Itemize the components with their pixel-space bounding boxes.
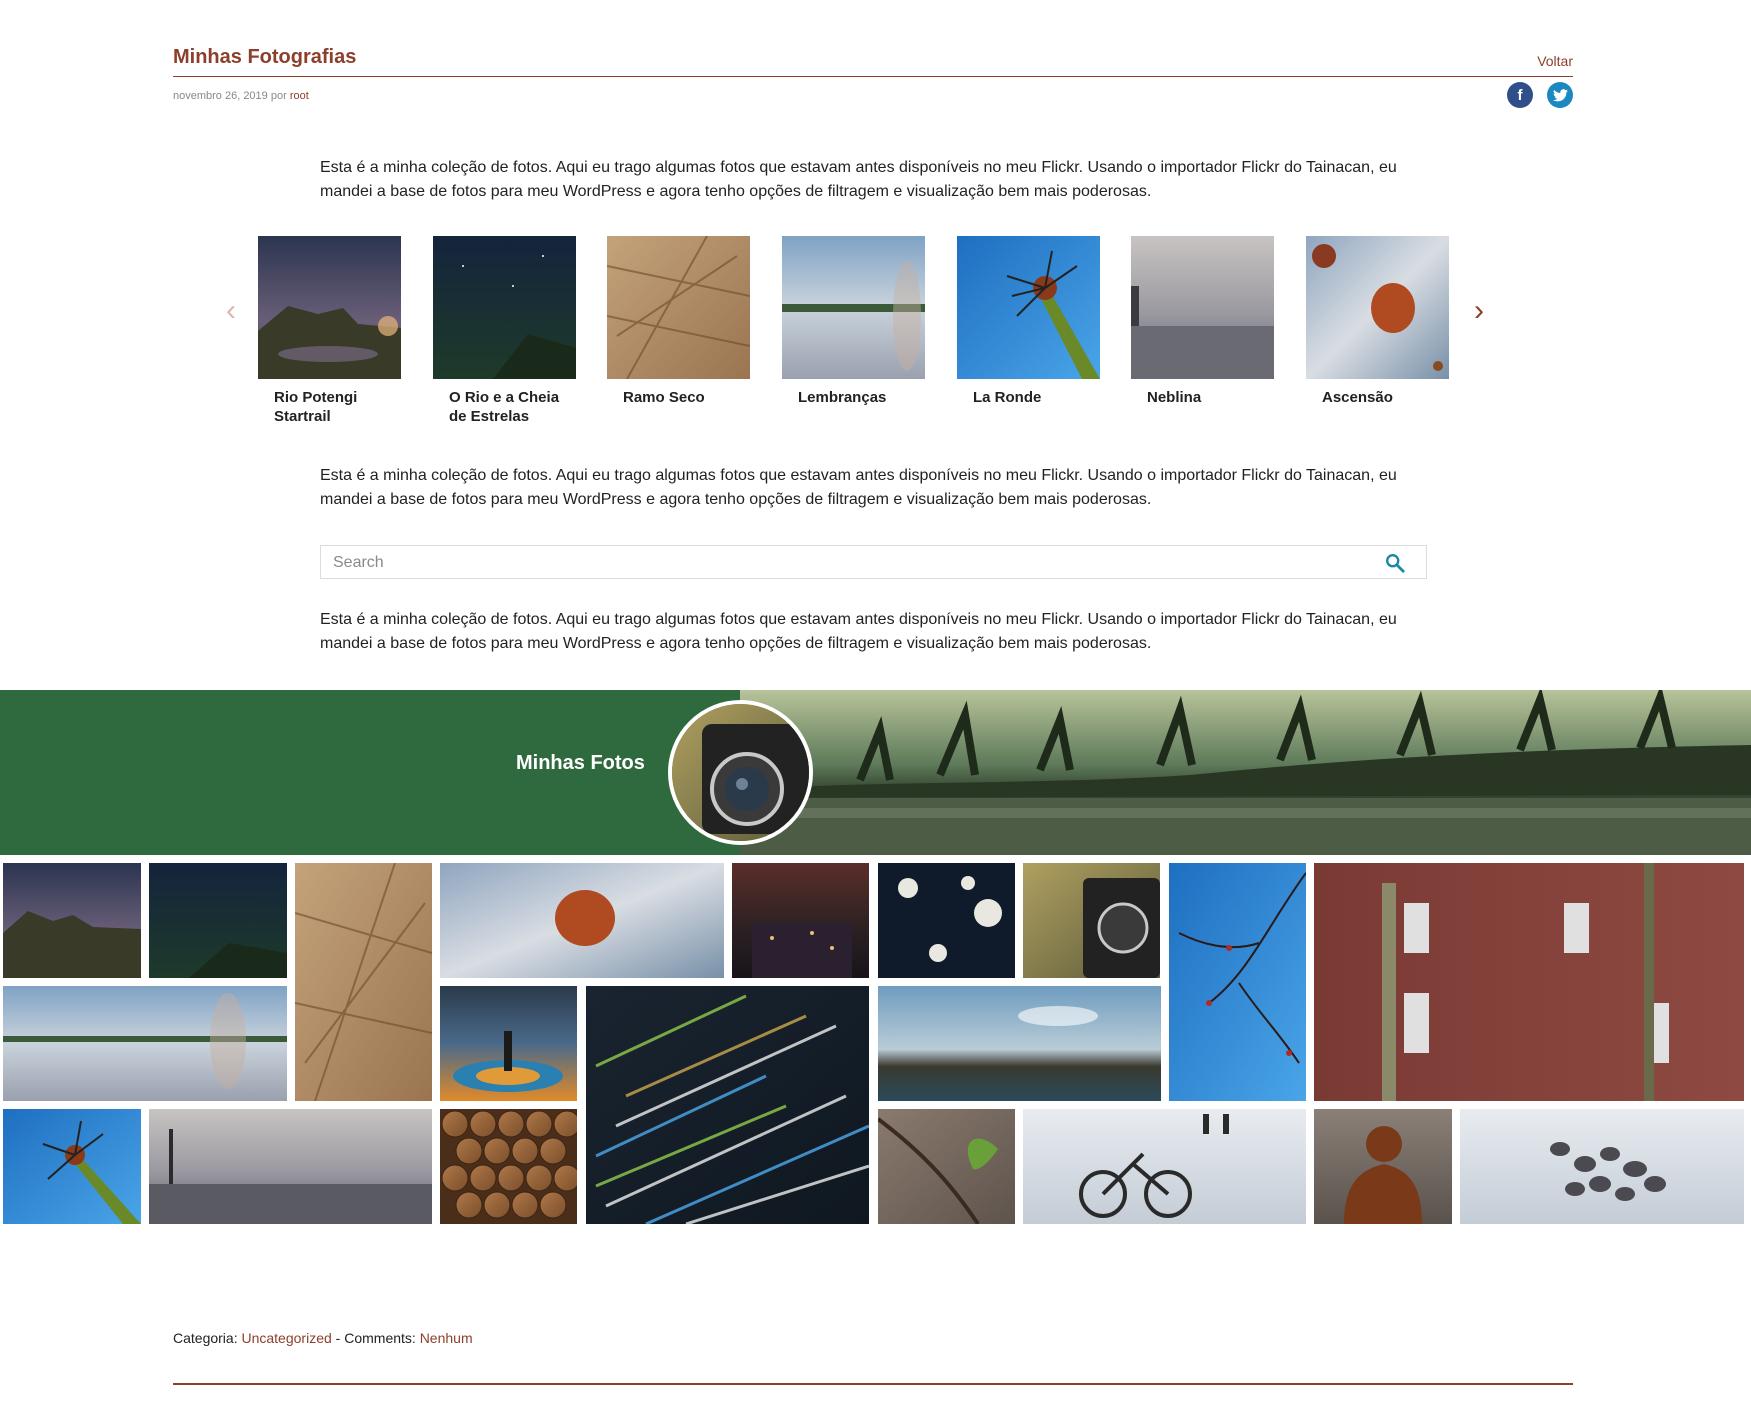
collection-description: Esta é a minha coleção de fotos. Aqui eu… xyxy=(320,159,1397,200)
category-link[interactable]: Uncategorized xyxy=(241,1330,331,1346)
carousel-thumbnail xyxy=(957,236,1100,379)
category-label: Categoria: xyxy=(173,1330,238,1346)
mosaic-tile[interactable] xyxy=(440,1109,577,1224)
carousel-item[interactable]: Lembranças xyxy=(782,236,925,407)
mosaic-tile[interactable] xyxy=(295,863,432,1101)
facebook-icon[interactable]: f xyxy=(1507,82,1533,108)
footer-divider xyxy=(173,1383,1573,1385)
post-title: Minhas Fotografias xyxy=(173,46,357,68)
search-icon[interactable] xyxy=(1384,552,1406,574)
share-buttons: f xyxy=(1507,82,1573,108)
photo-mosaic xyxy=(0,860,1751,1230)
carousel-item[interactable]: Ascensão xyxy=(1306,236,1449,407)
carousel-item[interactable]: La Ronde xyxy=(957,236,1100,407)
mosaic-tile[interactable] xyxy=(3,863,141,978)
post-author-link[interactable]: root xyxy=(290,90,309,102)
carousel-prev-arrow[interactable]: ‹ xyxy=(226,296,236,326)
items-carousel: ‹ Rio Potengi Startrail O Rio e a Cheia … xyxy=(224,236,1484,426)
carousel-item[interactable]: Neblina xyxy=(1131,236,1274,407)
collection-banner: Minhas Fotos xyxy=(0,690,1751,855)
carousel-next-arrow[interactable]: › xyxy=(1474,296,1484,326)
mosaic-tile[interactable] xyxy=(1314,1109,1452,1224)
twitter-icon[interactable] xyxy=(1547,82,1573,108)
banner-image xyxy=(740,690,1751,855)
collection-title: Minhas Fotos xyxy=(516,752,645,774)
search-bar xyxy=(320,545,1427,579)
mosaic-tile[interactable] xyxy=(1023,1109,1306,1224)
carousel-thumbnail xyxy=(782,236,925,379)
carousel-item[interactable]: Ramo Seco xyxy=(607,236,750,407)
mosaic-tile[interactable] xyxy=(732,863,869,978)
carousel-thumbnail xyxy=(258,236,401,379)
mosaic-tile[interactable] xyxy=(878,863,1015,978)
collection-description: Esta é a minha coleção de fotos. Aqui eu… xyxy=(320,467,1397,508)
carousel-thumbnail xyxy=(433,236,576,379)
mosaic-tile[interactable] xyxy=(1169,863,1306,1101)
carousel-thumbnail xyxy=(1131,236,1274,379)
post-by: por xyxy=(270,90,287,102)
mosaic-tile[interactable] xyxy=(3,1109,141,1224)
collection-avatar xyxy=(668,700,813,845)
mosaic-tile[interactable] xyxy=(878,986,1161,1101)
mosaic-tile[interactable] xyxy=(586,986,869,1224)
mosaic-tile[interactable] xyxy=(440,863,724,978)
mosaic-tile[interactable] xyxy=(1023,863,1160,978)
comments-label: Comments: xyxy=(344,1330,416,1346)
header-divider xyxy=(173,76,1573,77)
footer-separator: - xyxy=(335,1330,341,1346)
post-date: novembro 26, 2019 xyxy=(173,90,268,102)
mosaic-tile[interactable] xyxy=(149,1109,432,1224)
comments-link[interactable]: Nenhum xyxy=(420,1330,473,1346)
mosaic-tile[interactable] xyxy=(3,986,287,1101)
carousel-item[interactable]: O Rio e a Cheia de Estrelas xyxy=(433,236,576,426)
post-meta: novembro 26, 2019 por root xyxy=(173,90,309,102)
mosaic-tile[interactable] xyxy=(1314,863,1744,1101)
back-link[interactable]: Voltar xyxy=(1537,53,1573,69)
carousel-item[interactable]: Rio Potengi Startrail xyxy=(258,236,401,426)
mosaic-tile[interactable] xyxy=(440,986,577,1101)
carousel-thumbnail xyxy=(1306,236,1449,379)
mosaic-tile[interactable] xyxy=(149,863,287,978)
post-footer-meta: Categoria: Uncategorized - Comments: Nen… xyxy=(173,1330,473,1346)
mosaic-tile[interactable] xyxy=(1460,1109,1744,1224)
mosaic-tile[interactable] xyxy=(878,1109,1015,1224)
collection-description: Esta é a minha coleção de fotos. Aqui eu… xyxy=(320,611,1397,652)
carousel-thumbnail xyxy=(607,236,750,379)
search-input[interactable] xyxy=(333,553,1333,573)
